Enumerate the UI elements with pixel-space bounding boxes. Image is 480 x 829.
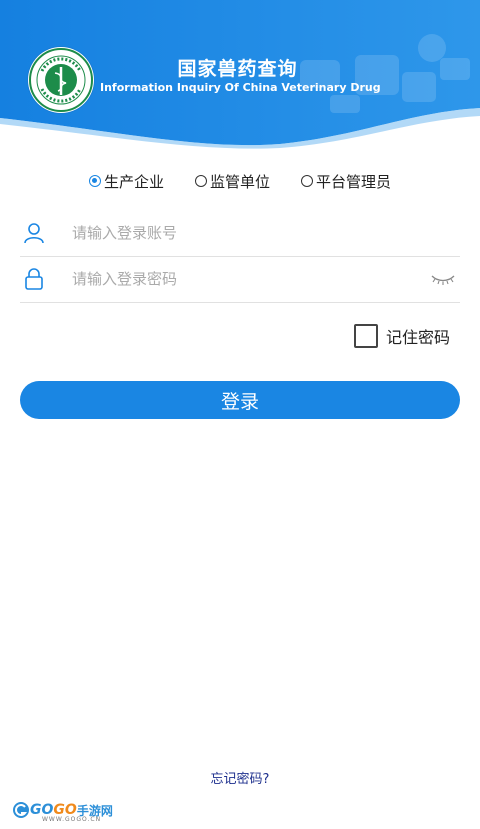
gogo-logo-icon <box>13 802 29 818</box>
eye-closed-icon[interactable] <box>430 272 456 286</box>
role-radio-producer[interactable]: 生产企业 <box>89 170 164 192</box>
lock-icon <box>25 268 43 290</box>
account-field <box>20 210 460 257</box>
watermark-logo: GO GO 手游网 WWW.GOGO.CN <box>12 799 113 823</box>
password-field <box>20 256 460 303</box>
password-input[interactable] <box>70 269 430 289</box>
role-label: 平台管理员 <box>316 172 392 191</box>
app-subtitle: Information Inquiry Of China Veterinary … <box>100 81 381 94</box>
role-radio-regulator[interactable]: 监管单位 <box>195 170 270 192</box>
role-selector: 生产企业 监管单位 平台管理员 <box>0 170 480 192</box>
account-input[interactable] <box>70 223 460 243</box>
vet-emblem-icon <box>28 47 94 113</box>
role-radio-admin[interactable]: 平台管理员 <box>301 170 391 192</box>
watermark-domain: WWW.GOGO.CN <box>42 816 102 823</box>
radio-checked-icon <box>89 175 101 187</box>
remember-label: 记住密码 <box>385 328 450 347</box>
user-icon <box>24 223 44 244</box>
remember-password-toggle[interactable]: 记住密码 <box>353 324 450 348</box>
role-label: 生产企业 <box>104 172 165 191</box>
header-banner: 国家兽药查询 Information Inquiry Of China Vete… <box>0 0 480 150</box>
forgot-password-link[interactable]: 忘记密码? <box>0 768 480 787</box>
app-title: 国家兽药查询 <box>177 58 298 80</box>
radio-unchecked-icon <box>301 175 313 187</box>
role-label: 监管单位 <box>210 172 271 191</box>
remember-checkbox[interactable] <box>353 324 378 348</box>
radio-unchecked-icon <box>195 175 207 187</box>
login-button[interactable]: 登录 <box>20 381 460 419</box>
